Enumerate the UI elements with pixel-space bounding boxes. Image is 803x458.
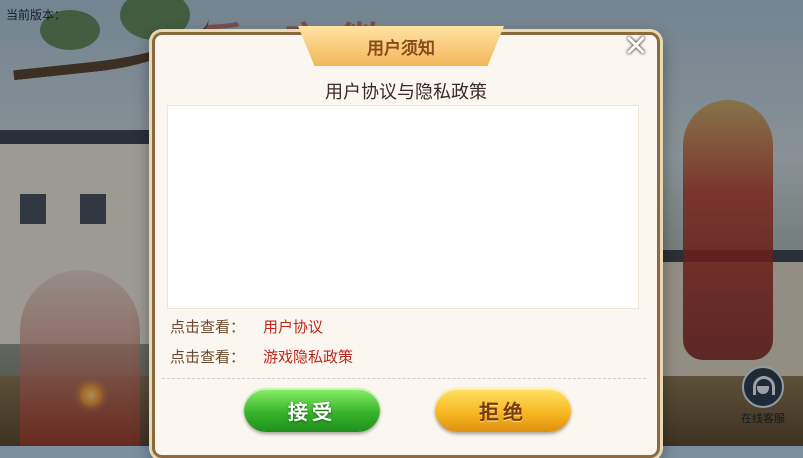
user-agreement-link[interactable]: 用户协议 bbox=[263, 318, 323, 336]
close-button[interactable]: ✕ bbox=[619, 30, 653, 64]
accept-button[interactable]: 接受 bbox=[244, 388, 380, 432]
link-row-user-agreement: 点击查看： 用户协议 bbox=[170, 316, 323, 337]
divider bbox=[162, 378, 646, 379]
privacy-policy-link[interactable]: 游戏隐私政策 bbox=[263, 348, 353, 366]
link-prefix: 点击查看： bbox=[170, 318, 246, 336]
agreement-content-area[interactable] bbox=[167, 105, 639, 309]
link-row-privacy-policy: 点击查看： 游戏隐私政策 bbox=[170, 346, 353, 367]
dialog-title: 用户须知 bbox=[367, 38, 435, 59]
close-icon: ✕ bbox=[623, 29, 649, 64]
dialog-subtitle: 用户协议与隐私政策 bbox=[325, 82, 487, 103]
link-prefix: 点击查看： bbox=[170, 348, 246, 366]
dialog-title-tab: 用户须知 bbox=[298, 26, 504, 66]
reject-button[interactable]: 拒绝 bbox=[435, 388, 571, 432]
